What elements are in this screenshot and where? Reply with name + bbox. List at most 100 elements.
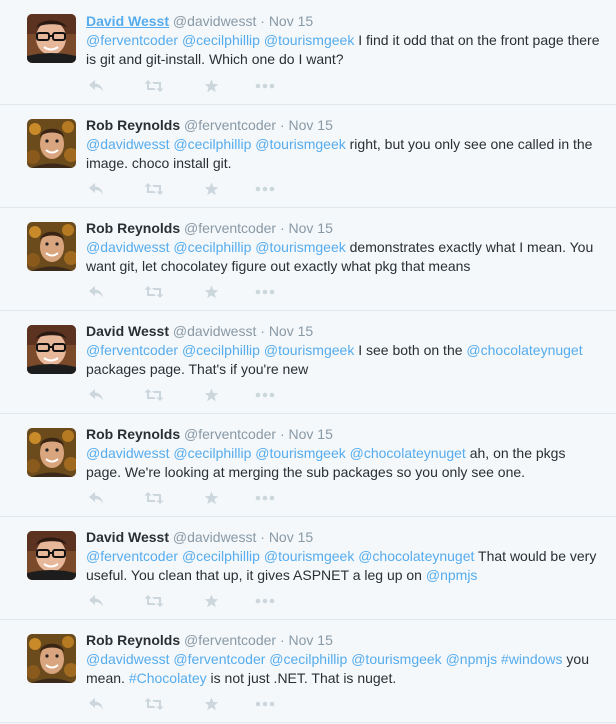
author-name[interactable]: Rob Reynolds xyxy=(86,632,180,648)
mention-link[interactable]: @chocolateynuget xyxy=(350,445,466,461)
more-dots-icon[interactable] xyxy=(255,385,275,405)
tweet-actions xyxy=(88,282,308,302)
author-name[interactable]: David Wesst xyxy=(86,323,169,339)
tweet[interactable]: Rob Reynolds @ferventcoder · Nov 15 @dav… xyxy=(0,620,616,723)
mention-link[interactable]: @cecilphillip xyxy=(173,445,251,461)
author-handle[interactable]: @ferventcoder xyxy=(184,632,276,648)
tweet-timestamp[interactable]: Nov 15 xyxy=(269,13,313,29)
reply-icon[interactable] xyxy=(88,591,104,611)
tweet-text: @davidwesst @cecilphillip @tourismgeek r… xyxy=(86,135,604,173)
retweet-icon[interactable] xyxy=(144,76,164,96)
avatar[interactable] xyxy=(27,222,76,271)
star-icon[interactable] xyxy=(204,282,219,302)
hashtag-link[interactable]: #Chocolatey xyxy=(129,670,207,686)
reply-icon[interactable] xyxy=(88,76,104,96)
author-name[interactable]: Rob Reynolds xyxy=(86,117,180,133)
avatar[interactable] xyxy=(27,634,76,683)
avatar[interactable] xyxy=(27,531,76,580)
retweet-icon[interactable] xyxy=(144,488,164,508)
star-icon[interactable] xyxy=(204,76,219,96)
tweet[interactable]: David Wesst @davidwesst · Nov 15 @ferven… xyxy=(0,517,616,620)
tweet-text: @davidwesst @cecilphillip @tourismgeek @… xyxy=(86,444,604,482)
author-name[interactable]: Rob Reynolds xyxy=(86,220,180,236)
mention-link[interactable]: @ferventcoder xyxy=(86,548,178,564)
mention-link[interactable]: @cecilphillip xyxy=(269,651,347,667)
mention-link[interactable]: @tourismgeek xyxy=(255,239,345,255)
avatar[interactable] xyxy=(27,119,76,168)
mention-link[interactable]: @cecilphillip xyxy=(182,342,260,358)
author-name[interactable]: David Wesst xyxy=(86,13,169,29)
tweet-timestamp[interactable]: Nov 15 xyxy=(289,117,333,133)
mention-link[interactable]: @ferventcoder xyxy=(173,651,265,667)
tweet[interactable]: Rob Reynolds @ferventcoder · Nov 15 @dav… xyxy=(0,208,616,311)
author-name[interactable]: Rob Reynolds xyxy=(86,426,180,442)
mention-link[interactable]: @cecilphillip xyxy=(173,136,251,152)
author-name[interactable]: David Wesst xyxy=(86,529,169,545)
mention-link[interactable]: @tourismgeek xyxy=(255,136,345,152)
mention-link[interactable]: @tourismgeek xyxy=(255,445,345,461)
reply-icon[interactable] xyxy=(88,385,104,405)
more-dots-icon[interactable] xyxy=(255,694,275,714)
mention-link[interactable]: @cecilphillip xyxy=(182,32,260,48)
more-dots-icon[interactable] xyxy=(255,179,275,199)
tweet[interactable]: Rob Reynolds @ferventcoder · Nov 15 @dav… xyxy=(0,414,616,517)
mention-link[interactable]: @tourismgeek xyxy=(264,342,354,358)
retweet-icon[interactable] xyxy=(144,179,164,199)
tweet[interactable]: David Wesst @davidwesst · Nov 15 @ferven… xyxy=(0,311,616,414)
retweet-icon[interactable] xyxy=(144,282,164,302)
mention-link[interactable]: @npmjs xyxy=(446,651,498,667)
more-dots-icon[interactable] xyxy=(255,76,275,96)
tweet[interactable]: David Wesst @davidwesst · Nov 15 @ferven… xyxy=(0,0,616,105)
mention-link[interactable]: @cecilphillip xyxy=(182,548,260,564)
reply-icon[interactable] xyxy=(88,488,104,508)
retweet-icon[interactable] xyxy=(144,694,164,714)
author-handle[interactable]: @ferventcoder xyxy=(184,117,276,133)
reply-icon[interactable] xyxy=(88,282,104,302)
tweet-timestamp[interactable]: Nov 15 xyxy=(269,529,313,545)
mention-link[interactable]: @chocolateynuget xyxy=(358,548,474,564)
mention-link[interactable]: @ferventcoder xyxy=(86,342,178,358)
mention-link[interactable]: @davidwesst xyxy=(86,651,169,667)
mention-link[interactable]: @davidwesst xyxy=(86,445,169,461)
author-handle[interactable]: @davidwesst xyxy=(173,13,256,29)
mention-link[interactable]: @davidwesst xyxy=(86,239,169,255)
mention-link[interactable]: @davidwesst xyxy=(86,136,169,152)
mention-link[interactable]: @tourismgeek xyxy=(351,651,441,667)
separator-dot: · xyxy=(279,426,285,442)
retweet-icon[interactable] xyxy=(144,591,164,611)
author-handle[interactable]: @davidwesst xyxy=(173,323,256,339)
more-dots-icon[interactable] xyxy=(255,591,275,611)
hashtag-link[interactable]: #windows xyxy=(501,651,562,667)
mention-link[interactable]: @tourismgeek xyxy=(264,548,354,564)
more-dots-icon[interactable] xyxy=(255,282,275,302)
tweet-timestamp[interactable]: Nov 15 xyxy=(269,323,313,339)
mention-link[interactable]: @tourismgeek xyxy=(264,32,354,48)
tweet-timestamp[interactable]: Nov 15 xyxy=(289,220,333,236)
star-icon[interactable] xyxy=(204,591,219,611)
tweet-text: @davidwesst @cecilphillip @tourismgeek d… xyxy=(86,238,604,276)
star-icon[interactable] xyxy=(204,694,219,714)
star-icon[interactable] xyxy=(204,179,219,199)
retweet-icon[interactable] xyxy=(144,385,164,405)
reply-icon[interactable] xyxy=(88,694,104,714)
tweet-actions xyxy=(88,694,308,714)
reply-icon[interactable] xyxy=(88,179,104,199)
separator-dot: · xyxy=(279,220,285,236)
avatar[interactable] xyxy=(27,14,76,63)
mention-link[interactable]: @cecilphillip xyxy=(173,239,251,255)
mention-link[interactable]: @chocolateynuget xyxy=(466,342,582,358)
tweet[interactable]: Rob Reynolds @ferventcoder · Nov 15 @dav… xyxy=(0,105,616,208)
tweet-timestamp[interactable]: Nov 15 xyxy=(289,426,333,442)
avatar[interactable] xyxy=(27,325,76,374)
mention-link[interactable]: @npmjs xyxy=(426,567,478,583)
author-handle[interactable]: @davidwesst xyxy=(173,529,256,545)
more-dots-icon[interactable] xyxy=(255,488,275,508)
star-icon[interactable] xyxy=(204,385,219,405)
author-handle[interactable]: @ferventcoder xyxy=(184,220,276,236)
author-handle[interactable]: @ferventcoder xyxy=(184,426,276,442)
tweet-text: @ferventcoder @cecilphillip @tourismgeek… xyxy=(86,31,604,69)
mention-link[interactable]: @ferventcoder xyxy=(86,32,178,48)
star-icon[interactable] xyxy=(204,488,219,508)
avatar[interactable] xyxy=(27,428,76,477)
tweet-timestamp[interactable]: Nov 15 xyxy=(289,632,333,648)
